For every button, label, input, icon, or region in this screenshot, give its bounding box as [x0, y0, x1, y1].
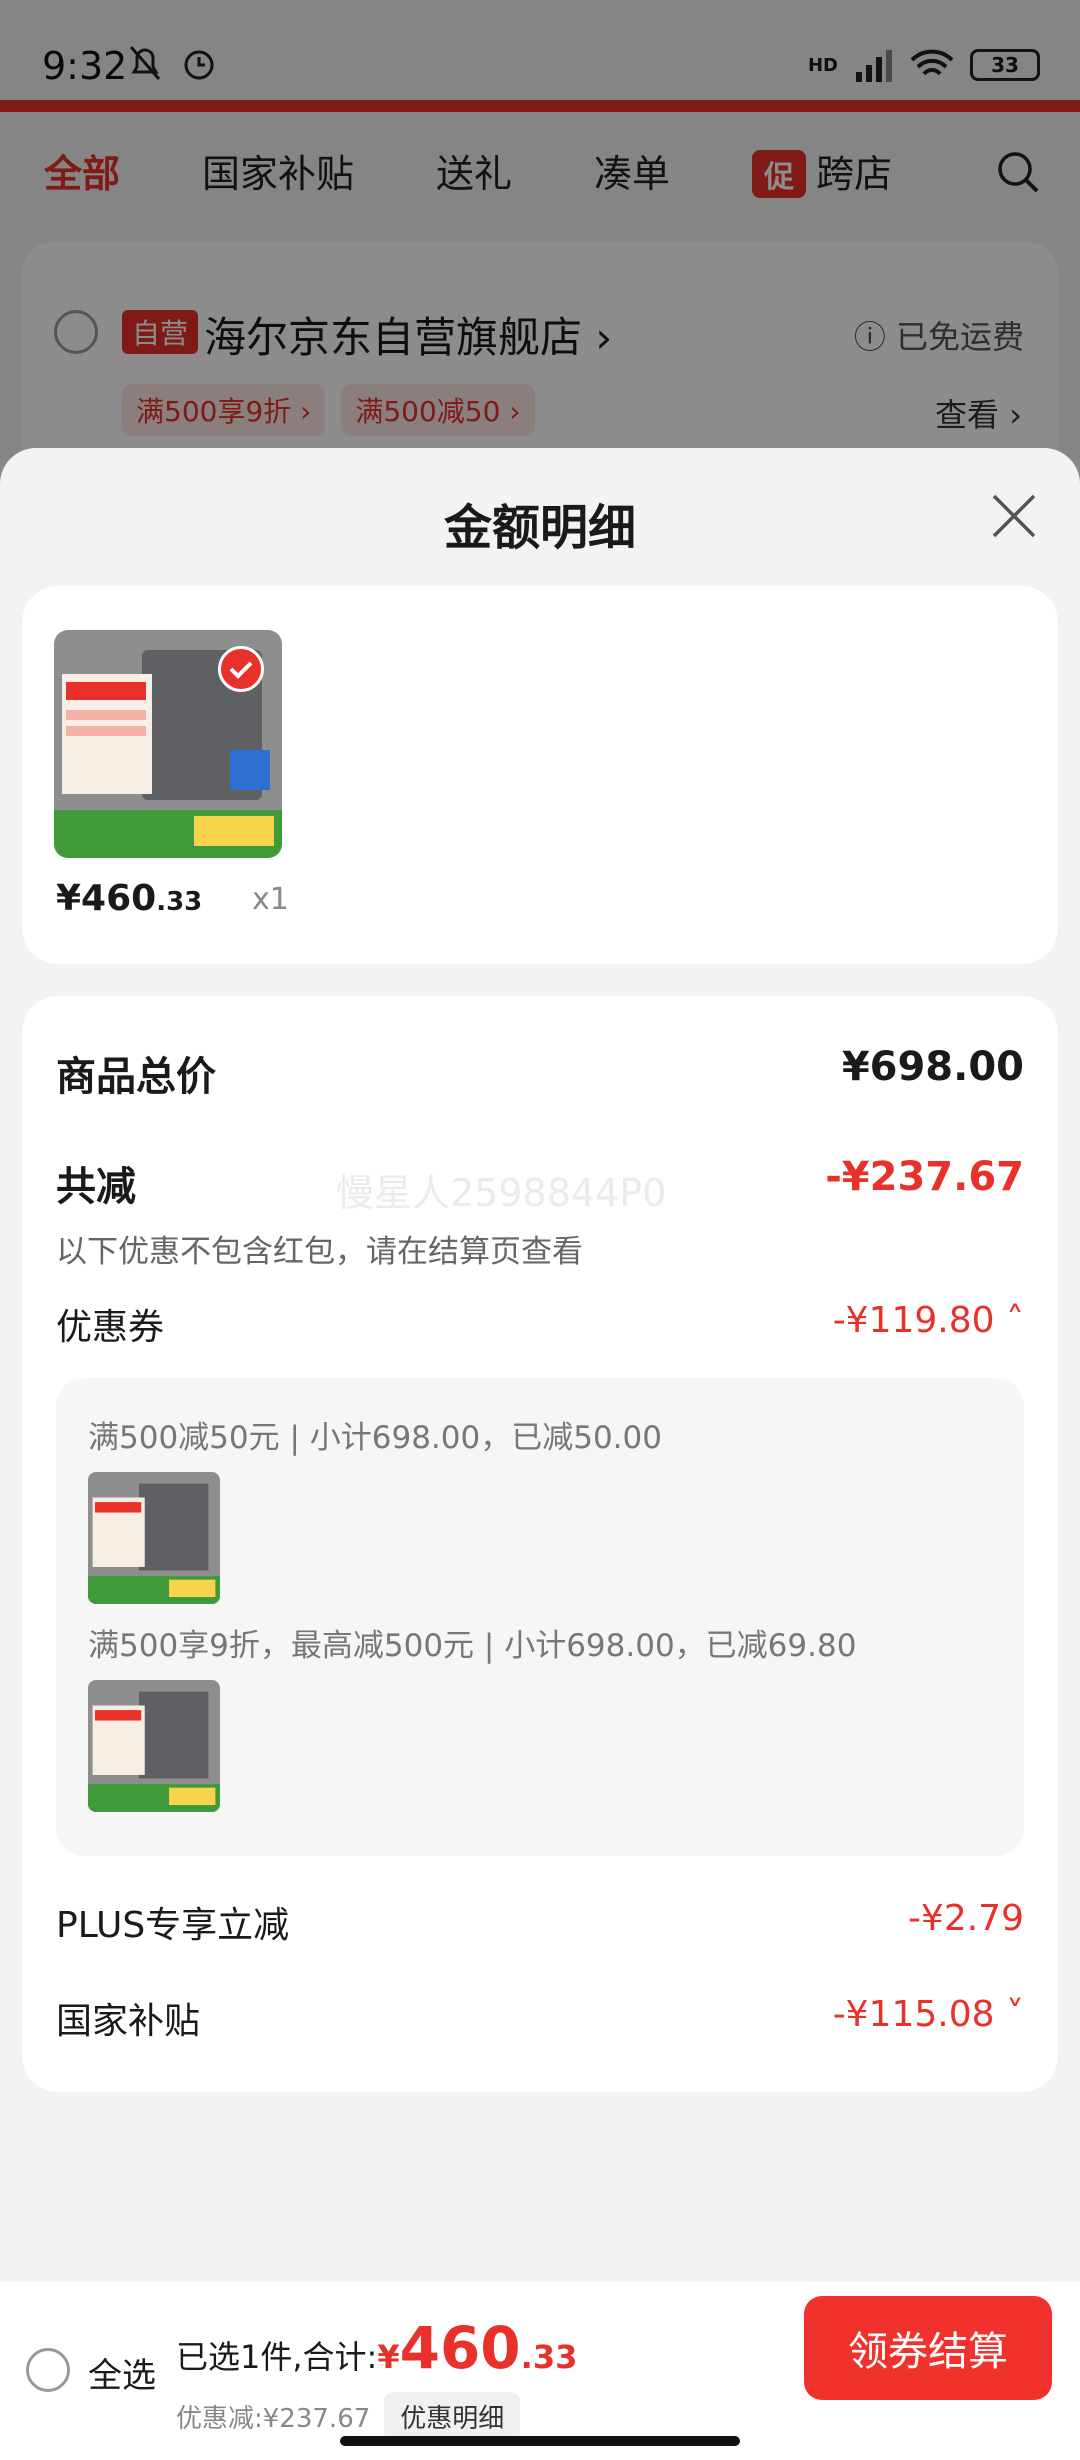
- coupon-detail-box: 满500减50元 | 小计698.00，已减50.00 满500享9折，最高减5…: [56, 1378, 1024, 1856]
- national-subsidy-toggle[interactable]: -¥115.08 ˅: [833, 1994, 1024, 2035]
- coupon-product-thumb: [88, 1472, 220, 1604]
- coupon-product-thumb: [88, 1680, 220, 1812]
- select-all-label[interactable]: 全选: [88, 2348, 156, 2397]
- select-all-radio[interactable]: [26, 2348, 70, 2392]
- discount-note: 以下优惠不包含红包，请在结算页查看: [56, 1234, 583, 1270]
- plus-discount-label: PLUS专享立减: [56, 1905, 290, 1946]
- total-summary: 已选1件,合计: ¥ 460 .33: [176, 2314, 578, 2382]
- selected-check-icon: [218, 646, 264, 692]
- product-quantity: x1: [252, 882, 289, 917]
- checkout-button[interactable]: 领券结算: [804, 2296, 1052, 2400]
- amount-detail-sheet: 金额明细 ¥460.33 x1 商品总价 ¥698.00 共减 -¥237.67…: [0, 448, 1080, 2460]
- sheet-title: 金额明细: [443, 500, 636, 556]
- discount-summary: 优惠减:¥237.67: [176, 2404, 371, 2434]
- watermark: 慢星人2598844P0: [336, 1171, 667, 1215]
- checkout-bar: 全选 已选1件,合计: ¥ 460 .33 优惠减:¥237.67 优惠明细 领…: [0, 2282, 1080, 2460]
- total-discount-label: 共减: [56, 1164, 136, 1210]
- national-subsidy-label: 国家补贴: [56, 2001, 201, 2042]
- total-price-value: ¥698.00: [841, 1044, 1024, 1090]
- price-breakdown-card: 商品总价 ¥698.00 共减 -¥237.67 以下优惠不包含红包，请在结算页…: [22, 996, 1058, 2092]
- discount-detail-button[interactable]: 优惠明细: [384, 2392, 521, 2441]
- coupon-rule-line: 满500享9折，最高减500元 | 小计698.00，已减69.80: [88, 1628, 857, 1664]
- total-amount: 460: [399, 2314, 521, 2382]
- total-price-label: 商品总价: [56, 1054, 216, 1100]
- goods-card: ¥460.33 x1: [22, 586, 1058, 964]
- coupon-toggle[interactable]: -¥119.80 ˄: [833, 1300, 1024, 1341]
- coupon-label: 优惠券: [56, 1307, 165, 1348]
- product-price: ¥460.33: [56, 878, 203, 919]
- home-indicator[interactable]: [340, 2436, 740, 2446]
- coupon-rule-line: 满500减50元 | 小计698.00，已减50.00: [88, 1420, 662, 1456]
- total-discount-value: -¥237.67: [825, 1154, 1024, 1200]
- modal-overlay[interactable]: [0, 0, 1080, 460]
- plus-discount-value: -¥2.79: [907, 1898, 1024, 1939]
- close-icon[interactable]: [990, 492, 1038, 540]
